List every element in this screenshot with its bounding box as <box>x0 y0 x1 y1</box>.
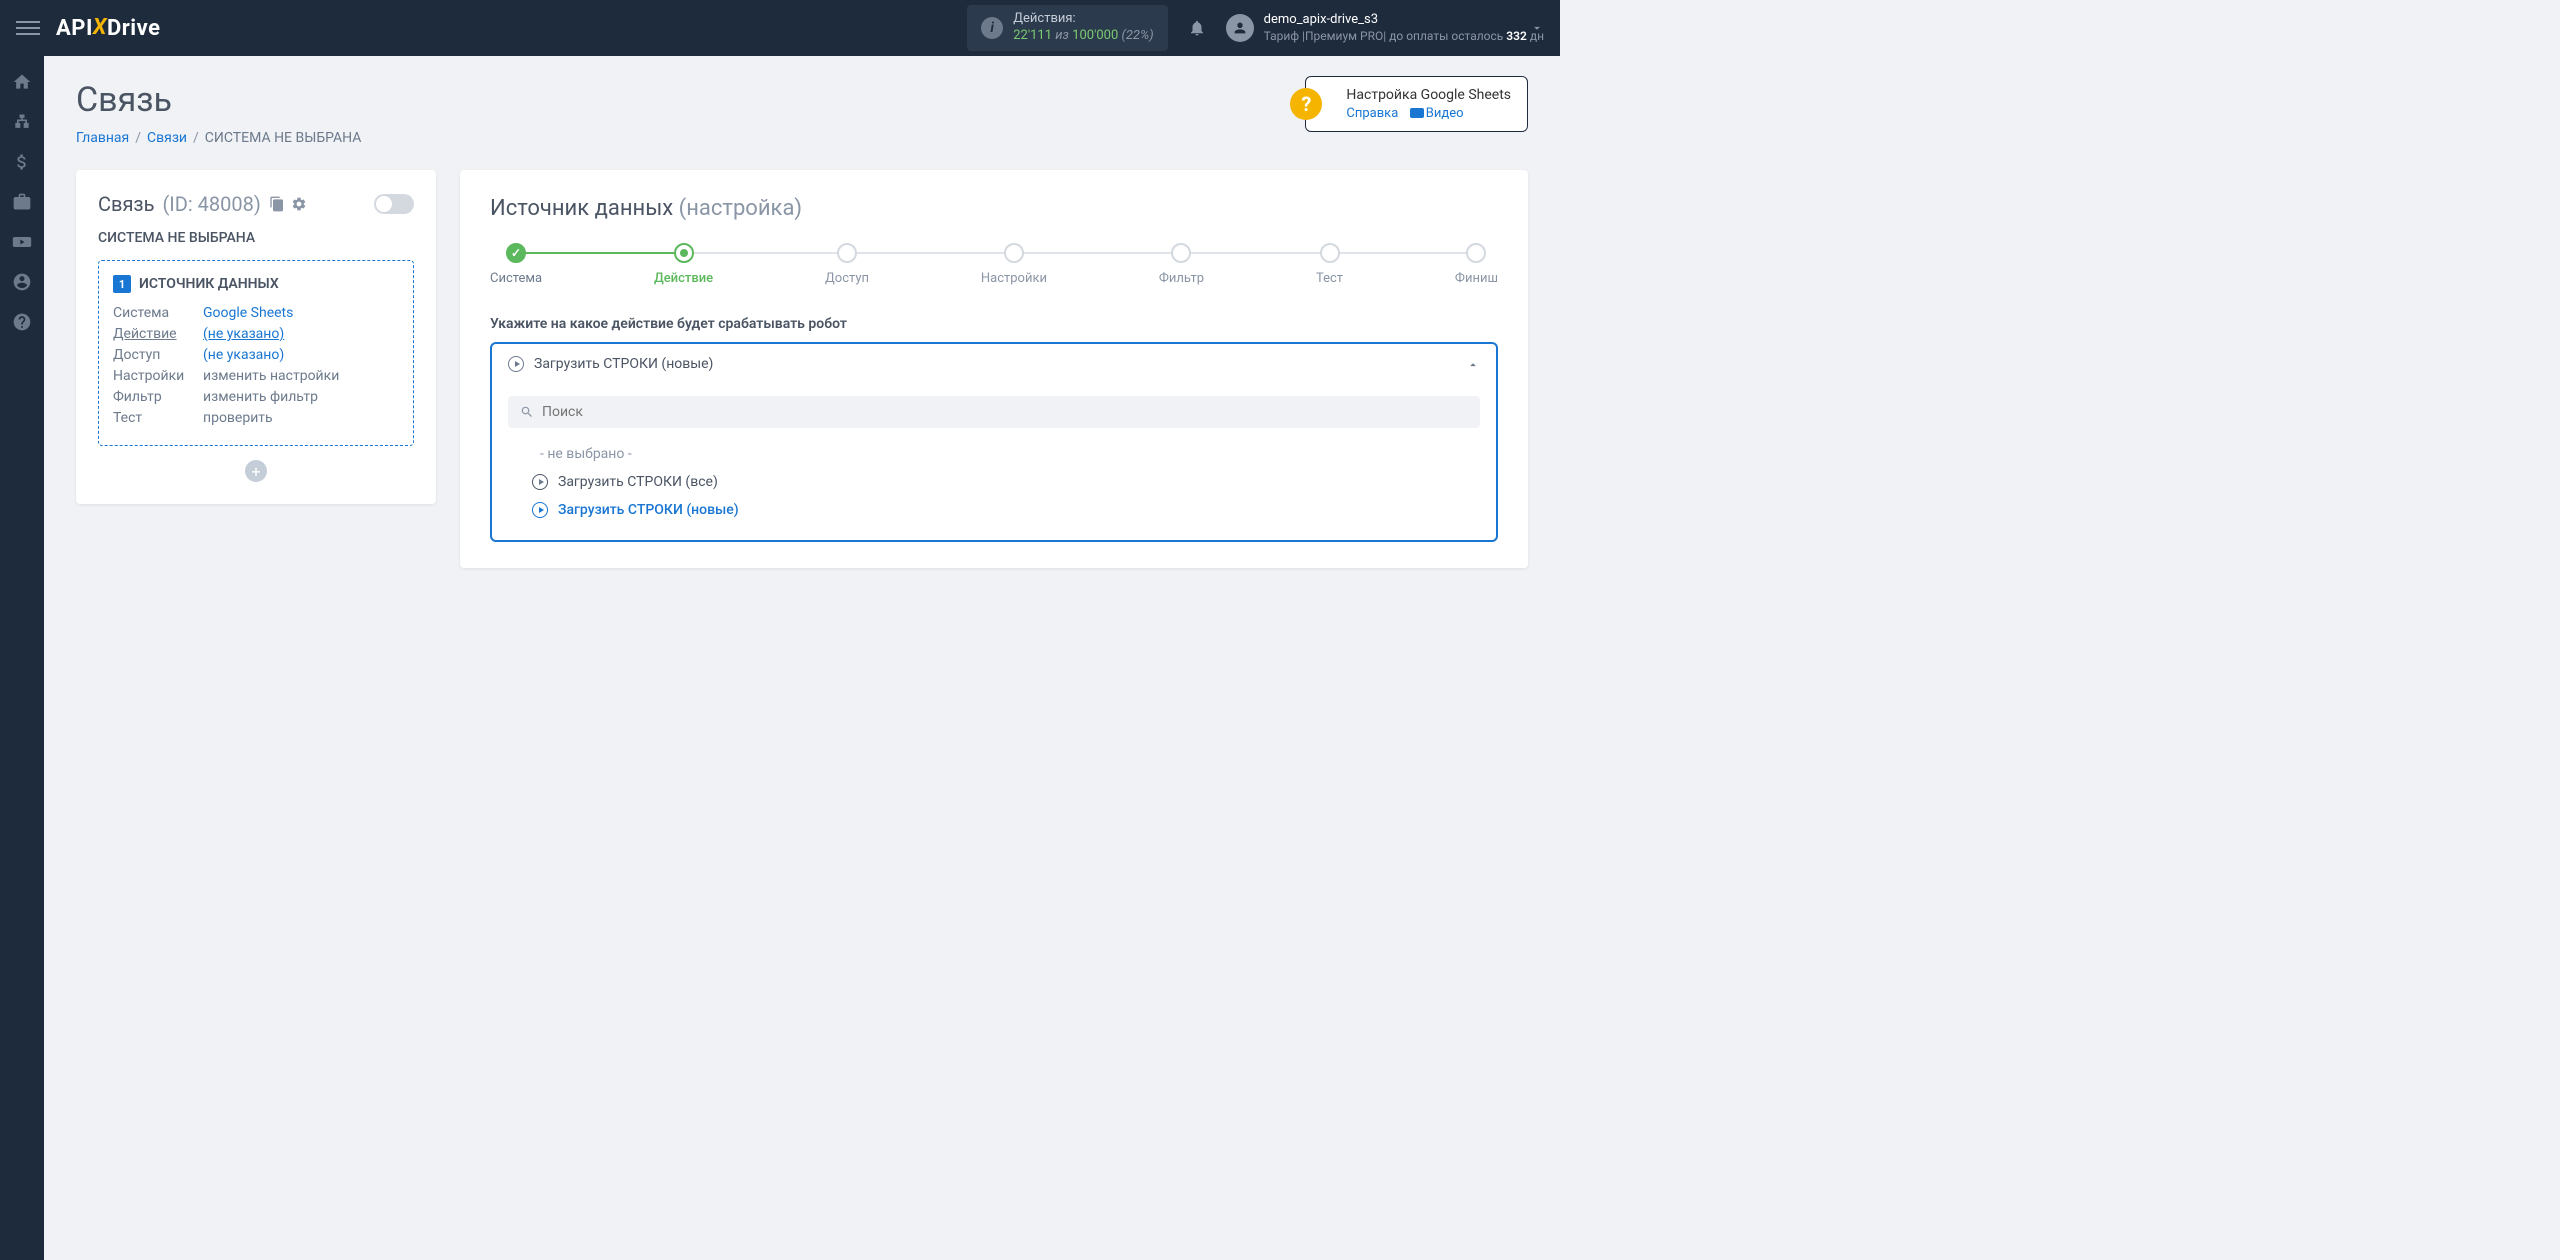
copy-icon[interactable] <box>269 196 285 212</box>
search-input[interactable] <box>542 404 1468 420</box>
actions-badge[interactable]: i Действия: 22'111 из 100'000 (22%) <box>967 5 1167 51</box>
sidebar <box>0 56 44 1260</box>
actions-sep: из <box>1055 28 1069 43</box>
stepper: Система Действие Доступ Настройки Фильтр… <box>490 243 1498 286</box>
option-none[interactable]: - не выбрано - <box>508 440 1480 468</box>
help-video-link[interactable]: Видео <box>1426 106 1464 121</box>
user-name: demo_apix-drive_s3 <box>1264 12 1544 29</box>
question-icon[interactable]: ? <box>1290 88 1322 120</box>
row-settings-v[interactable]: изменить настройки <box>203 368 339 384</box>
row-action-k: Действие <box>113 326 203 342</box>
actions-label: Действия: <box>1013 11 1153 28</box>
logo[interactable]: APIXDrive <box>56 16 161 41</box>
row-filter-v[interactable]: изменить фильтр <box>203 389 318 405</box>
row-test-k: Тест <box>113 410 203 426</box>
breadcrumb-current: СИСТЕМА НЕ ВЫБРАНА <box>205 130 362 146</box>
breadcrumb: Главная/Связи/СИСТЕМА НЕ ВЫБРАНА <box>76 130 1528 146</box>
left-title: Связь <box>98 192 154 216</box>
play-icon <box>532 502 548 518</box>
bell-icon[interactable] <box>1188 19 1206 37</box>
step-system[interactable]: Система <box>490 243 542 286</box>
play-icon <box>508 356 524 372</box>
dropdown-selected-text: Загрузить СТРОКИ (новые) <box>534 356 713 372</box>
row-system-v[interactable]: Google Sheets <box>203 305 293 321</box>
user-tariff: Тариф |Премиум PRO| до оплаты осталось 3… <box>1264 29 1544 45</box>
main: Связь Главная/Связи/СИСТЕМА НЕ ВЫБРАНА ?… <box>44 56 1560 592</box>
logo-post: Drive <box>107 16 161 41</box>
menu-button[interactable] <box>16 16 40 40</box>
user-text: demo_apix-drive_s3 Тариф |Премиум PRO| д… <box>1264 12 1544 44</box>
user-block[interactable]: demo_apix-drive_s3 Тариф |Премиум PRO| д… <box>1226 12 1544 44</box>
play-icon <box>532 474 548 490</box>
actions-text: Действия: 22'111 из 100'000 (22%) <box>1013 11 1153 45</box>
num-badge: 1 <box>113 275 131 293</box>
gear-icon[interactable] <box>291 196 307 212</box>
toggle[interactable] <box>374 194 414 214</box>
video-icon <box>1410 108 1424 118</box>
step-settings[interactable]: Настройки <box>981 243 1047 286</box>
chevron-down-icon[interactable] <box>1530 21 1544 35</box>
step-finish[interactable]: Финиш <box>1455 243 1498 286</box>
avatar <box>1226 14 1254 42</box>
actions-used: 22'111 <box>1013 28 1052 43</box>
step-test[interactable]: Тест <box>1316 243 1343 286</box>
row-system-k: Система <box>113 305 203 321</box>
search-icon <box>520 405 534 419</box>
right-title: Источник данных (настройка) <box>490 196 1498 221</box>
left-subtitle: СИСТЕМА НЕ ВЫБРАНА <box>98 230 414 246</box>
youtube-icon[interactable] <box>12 232 32 252</box>
left-card: Связь (ID: 48008) СИСТЕМА НЕ ВЫБРАНА 1 И… <box>76 170 436 504</box>
help-title: Настройка Google Sheets <box>1346 87 1511 103</box>
right-card: Источник данных (настройка) Система Дейс… <box>460 170 1528 568</box>
actions-pct: (22%) <box>1122 28 1154 43</box>
home-icon[interactable] <box>12 72 32 92</box>
help-ref-link[interactable]: Справка <box>1346 106 1398 121</box>
breadcrumb-home[interactable]: Главная <box>76 130 129 146</box>
field-label: Укажите на какое действие будет срабатыв… <box>490 316 1498 332</box>
right-title-main: Источник данных <box>490 196 673 221</box>
left-card-title: Связь (ID: 48008) <box>98 192 414 216</box>
step-access[interactable]: Доступ <box>825 243 869 286</box>
row-settings-k: Настройки <box>113 368 203 384</box>
topbar-right: i Действия: 22'111 из 100'000 (22%) demo… <box>967 5 1544 51</box>
right-title-sub: (настройка) <box>679 196 802 221</box>
row-access-k: Доступ <box>113 347 203 363</box>
breadcrumb-links[interactable]: Связи <box>147 130 187 146</box>
chevron-up-icon <box>1466 357 1480 371</box>
topbar: APIXDrive i Действия: 22'111 из 100'000 … <box>0 0 1560 56</box>
logo-x: X <box>93 15 107 40</box>
row-action-v[interactable]: (не указано) <box>203 326 284 342</box>
row-access-v[interactable]: (не указано) <box>203 347 284 363</box>
left-id: (ID: 48008) <box>162 192 260 216</box>
info-icon: i <box>981 17 1003 39</box>
dropdown-selected[interactable]: Загрузить СТРОКИ (новые) <box>492 344 1496 384</box>
help-box: ? Настройка Google Sheets Справка Видео <box>1305 76 1528 132</box>
option-all[interactable]: Загрузить СТРОКИ (все) <box>508 468 1480 496</box>
logo-pre: API <box>56 16 93 41</box>
content-row: Связь (ID: 48008) СИСТЕМА НЕ ВЫБРАНА 1 И… <box>76 170 1528 568</box>
add-button[interactable]: + <box>245 460 267 482</box>
dollar-icon[interactable] <box>12 152 32 172</box>
option-new[interactable]: Загрузить СТРОКИ (новые) <box>508 496 1480 524</box>
row-filter-k: Фильтр <box>113 389 203 405</box>
briefcase-icon[interactable] <box>12 192 32 212</box>
action-dropdown: Загрузить СТРОКИ (новые) - не выбрано - … <box>490 342 1498 542</box>
dropdown-search <box>508 396 1480 428</box>
help-icon[interactable] <box>12 312 32 332</box>
actions-total: 100'000 <box>1072 28 1118 43</box>
source-box-title: 1 ИСТОЧНИК ДАННЫХ <box>113 275 399 293</box>
row-test-v[interactable]: проверить <box>203 410 273 426</box>
sitemap-icon[interactable] <box>12 112 32 132</box>
dropdown-body: - не выбрано - Загрузить СТРОКИ (все) За… <box>492 384 1496 540</box>
source-box: 1 ИСТОЧНИК ДАННЫХ СистемаGoogle Sheets Д… <box>98 260 414 446</box>
source-label: ИСТОЧНИК ДАННЫХ <box>139 276 279 292</box>
step-action[interactable]: Действие <box>654 243 713 286</box>
user-icon[interactable] <box>12 272 32 292</box>
step-filter[interactable]: Фильтр <box>1159 243 1204 286</box>
